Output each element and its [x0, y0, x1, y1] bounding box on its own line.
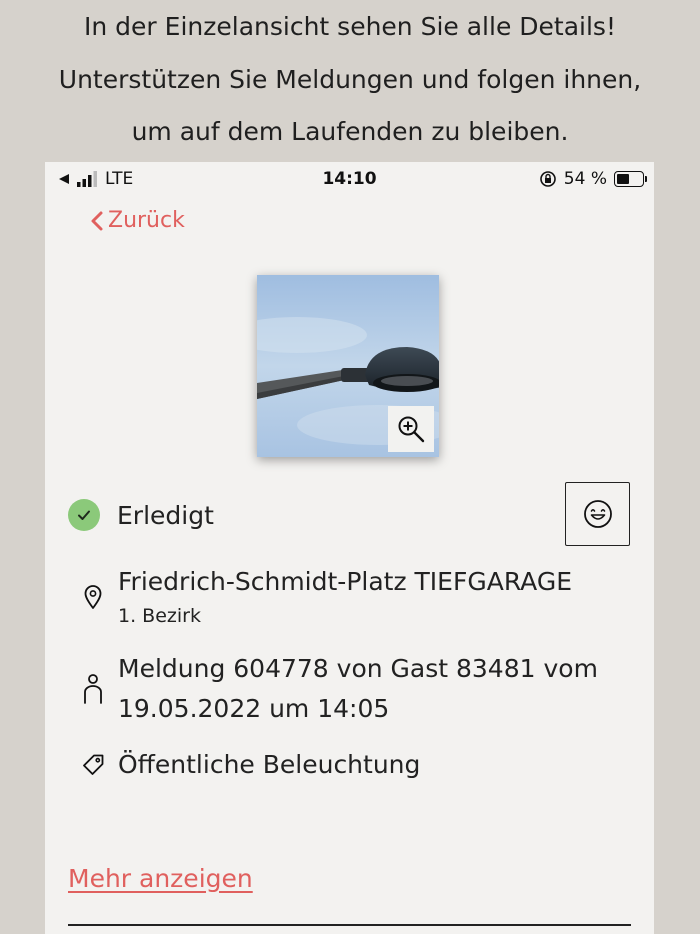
show-more-link[interactable]: Mehr anzeigen — [68, 864, 253, 893]
status-bar-right: 54 % — [539, 169, 647, 189]
status-row: Erledigt — [68, 499, 214, 531]
location-arrow-icon — [59, 174, 69, 184]
zoom-in-icon — [398, 416, 425, 443]
back-chevron-icon — [91, 211, 103, 230]
check-icon — [68, 499, 100, 531]
back-label: Zurück — [108, 208, 185, 233]
person-icon — [84, 674, 102, 704]
rotation-lock-icon — [539, 171, 556, 187]
district-text: 1. Bezirk — [118, 605, 201, 627]
battery-fill — [617, 174, 629, 184]
status-bar-left: LTE — [57, 169, 133, 189]
location-row: Friedrich-Schmidt-Platz TIEFGARAGE 1. Be… — [68, 562, 638, 630]
report-photo[interactable] — [257, 275, 439, 457]
promo-text: In der Einzelansicht sehen Sie alle Deta… — [0, 0, 700, 160]
battery-icon — [614, 171, 647, 187]
category-text: Öffentliche Beleuchtung — [118, 750, 421, 779]
support-button[interactable] — [565, 482, 630, 546]
promo-line-3: um auf dem Laufenden zu bleiben. — [131, 117, 569, 146]
promo-line-1: In der Einzelansicht sehen Sie alle Deta… — [84, 12, 616, 41]
report-meta-row: Meldung 604778 von Gast 83481 vom 19.05.… — [68, 649, 638, 729]
network-label: LTE — [105, 169, 134, 189]
promo-line-2: Unterstützen Sie Meldungen und folgen ih… — [58, 65, 642, 94]
status-label: Erledigt — [117, 500, 214, 530]
location-pin-icon — [84, 585, 102, 609]
phone-screen: LTE 14:10 54 % Zurück Erledigt Friedrich… — [45, 162, 654, 934]
divider — [68, 924, 631, 926]
zoom-button[interactable] — [388, 406, 434, 452]
report-meta-line-2: 19.05.2022 um 14:05 — [118, 694, 390, 723]
signal-icon — [77, 171, 97, 187]
category-row: Öffentliche Beleuchtung — [68, 745, 638, 785]
back-button[interactable]: Zurück — [90, 208, 185, 233]
status-bar: LTE 14:10 54 % — [45, 162, 654, 196]
location-text: Friedrich-Schmidt-Platz TIEFGARAGE — [118, 567, 573, 596]
report-meta-line-1: Meldung 604778 von Gast 83481 vom — [118, 654, 598, 683]
battery-percent: 54 % — [563, 169, 607, 189]
tag-icon — [83, 754, 104, 775]
smiley-icon — [583, 500, 612, 528]
